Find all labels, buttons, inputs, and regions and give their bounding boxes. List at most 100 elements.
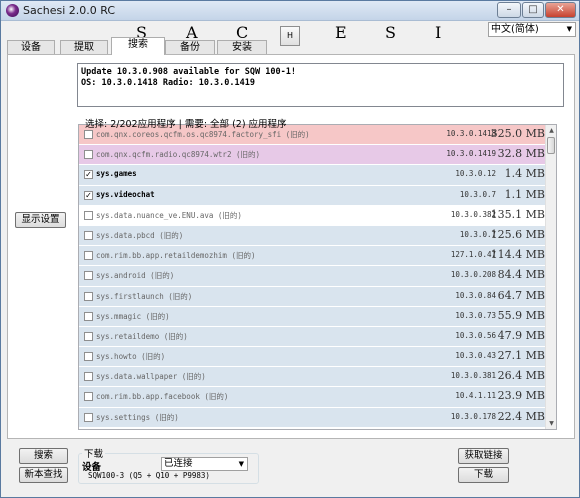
app-checkbox[interactable] [84, 372, 93, 382]
app-version: 10.3.0.178 [450, 411, 496, 421]
brand-letter: S [385, 23, 396, 42]
close-button[interactable]: ✕ [545, 2, 576, 18]
app-name: com.rim.bb.app.retaildemozhim (旧的) [96, 251, 256, 261]
app-version: 10.4.1.11 [455, 391, 496, 401]
get-links-button[interactable]: 获取链接 [458, 448, 509, 464]
tab-backup[interactable]: 备份 [165, 40, 215, 55]
scroll-thumb[interactable] [547, 137, 555, 154]
app-checkbox[interactable]: ✓ [84, 190, 93, 200]
connection-select[interactable]: 已连接 ▼ [161, 457, 248, 471]
tab-install[interactable]: 安装 [217, 40, 267, 55]
app-row[interactable]: sys.mmagic (旧的) 10.3.0.73 55.9 MB [79, 306, 546, 327]
app-size: 47.9 MB [497, 328, 545, 342]
app-checkbox[interactable] [84, 311, 93, 321]
app-row[interactable]: com.rim.bb.app.facebook (旧的) 10.4.1.11 23.… [79, 387, 546, 408]
app-checkbox[interactable] [84, 392, 93, 402]
chevron-down-icon: ▼ [238, 460, 244, 468]
brand-letter: I [435, 23, 442, 42]
app-row[interactable]: sys.settings (旧的) 10.3.0.178 22.4 MB [79, 407, 546, 428]
app-name: sys.data.pbcd (旧的) [96, 230, 184, 240]
app-checkbox[interactable]: ✓ [84, 170, 93, 180]
app-row[interactable]: sys.firstlaunch (旧的) 10.3.0.84 64.7 MB [79, 286, 546, 307]
tab-extract[interactable]: 提取 [60, 40, 108, 55]
brand-letter: E [335, 23, 347, 42]
app-name: sys.games [96, 169, 137, 179]
tab-device[interactable]: 设备 [7, 40, 55, 55]
app-version: 10.3.0.1419 [446, 149, 496, 159]
app-logo-icon [6, 4, 19, 17]
app-name: sys.retaildemo (旧的) [96, 331, 188, 341]
app-version: 10.3.0.84 [455, 290, 496, 300]
app-name: sys.android (旧的) [96, 271, 175, 281]
app-size: 27.1 MB [497, 349, 545, 363]
app-version: 10.3.0.56 [455, 330, 496, 340]
scroll-down-icon[interactable]: ▼ [546, 418, 556, 429]
app-name: sys.videochat [96, 189, 155, 199]
app-checkbox[interactable] [84, 291, 93, 301]
app-version: 10.3.0.208 [450, 270, 496, 280]
selection-summary: 选择: 2/202应用程序 | 需要: 全部 (2) 应用程序 [85, 119, 287, 130]
app-version: 10.3.0.1418 [446, 129, 496, 138]
app-checkbox[interactable] [84, 251, 93, 261]
app-name: com.qnx.coreos.qcfm.os.qc8974.factory_sf… [96, 130, 310, 139]
connection-value: 已连接 [164, 458, 193, 469]
download-group-label: 下载 [82, 446, 106, 460]
app-size: 1.4 MB [504, 167, 545, 181]
app-size: 125.6 MB [490, 227, 545, 241]
new-search-button[interactable]: 新本查找 [19, 467, 68, 483]
app-checkbox[interactable] [84, 331, 93, 341]
app-name: com.rim.bb.app.facebook (旧的) [96, 392, 229, 402]
app-row[interactable]: sys.data.nuance_ve.ENU.ava (旧的) 10.3.0.38… [79, 205, 546, 226]
brand-h-button[interactable]: H [280, 26, 300, 46]
app-checkbox[interactable] [84, 150, 93, 160]
app-row[interactable]: sys.howto (旧的) 10.3.0.43 27.1 MB [79, 347, 546, 368]
app-name: sys.data.nuance_ve.ENU.ava (旧的) [96, 210, 242, 220]
app-size: 114.4 MB [490, 248, 545, 262]
vertical-scrollbar[interactable]: ▲ ▼ [545, 125, 556, 429]
app-size: 325.0 MB [490, 127, 545, 140]
app-row[interactable]: ✓ sys.games 10.3.0.12 1.4 MB [79, 165, 546, 186]
app-checkbox[interactable] [84, 412, 93, 422]
app-size: 135.1 MB [490, 207, 545, 221]
app-row[interactable]: com.qnx.qcfm.radio.qc8974.wtr2 (旧的) 10.3.… [79, 145, 546, 166]
app-row[interactable]: sys.data.wallpaper (旧的) 10.3.0.381 26.4 MB [79, 367, 546, 388]
app-row[interactable]: com.rim.bb.app.retaildemozhim (旧的) 127.1.… [79, 246, 546, 267]
app-checkbox[interactable] [84, 210, 93, 220]
maximize-button[interactable]: □ [522, 2, 544, 18]
app-checkbox[interactable] [84, 130, 93, 139]
tab-search[interactable]: 搜索 [111, 37, 165, 55]
app-row[interactable]: ✓ sys.videochat 10.3.0.7 1.1 MB [79, 185, 546, 206]
app-size: 55.9 MB [497, 308, 545, 322]
app-size: 22.4 MB [497, 409, 545, 423]
app-name: sys.settings (旧的) [96, 412, 179, 422]
app-size: 84.4 MB [497, 268, 545, 282]
app-list-rows: com.qnx.coreos.qcfm.os.qc8974.factory_sf… [79, 125, 546, 428]
minimize-button[interactable]: – [497, 2, 521, 18]
app-version: 10.3.0.43 [455, 351, 496, 361]
app-row[interactable]: sys.retaildemo (旧的) 10.3.0.56 47.9 MB [79, 326, 546, 348]
search-button[interactable]: 搜索 [19, 448, 68, 464]
app-size: 64.7 MB [497, 288, 545, 302]
download-button[interactable]: 下载 [458, 467, 509, 483]
app-row[interactable]: sys.data.pbcd (旧的) 10.3.0.7 125.6 MB [79, 225, 546, 247]
app-version: 127.1.0.47 [450, 250, 496, 260]
scroll-up-icon[interactable]: ▲ [546, 125, 556, 136]
show-settings-button[interactable]: 显示设置 [15, 212, 66, 228]
app-name: sys.data.wallpaper (旧的) [96, 372, 206, 382]
app-version: 10.3.0.12 [455, 169, 496, 179]
app-name: sys.mmagic (旧的) [96, 311, 170, 321]
app-size: 32.8 MB [497, 147, 545, 161]
language-select[interactable]: 中文(简体) ▼ [488, 22, 576, 37]
app-name: sys.firstlaunch (旧的) [96, 291, 193, 301]
app-checkbox[interactable] [84, 230, 93, 240]
app-version: 10.3.0.7 [459, 189, 496, 199]
window-title: Sachesi 2.0.0 RC [23, 4, 116, 17]
device-value: SQW100-3 (Q5 + Q10 + P9983) [88, 471, 210, 480]
app-row[interactable]: sys.android (旧的) 10.3.0.208 84.4 MB [79, 266, 546, 287]
app-version: 10.3.0.73 [455, 310, 496, 320]
app-checkbox[interactable] [84, 271, 93, 281]
app-size: 1.1 MB [504, 187, 545, 201]
app-window: Sachesi 2.0.0 RC – □ ✕ S A C H E S I 中文(… [0, 0, 580, 498]
app-list[interactable]: com.qnx.coreos.qcfm.os.qc8974.factory_sf… [78, 124, 557, 430]
app-checkbox[interactable] [84, 352, 93, 362]
